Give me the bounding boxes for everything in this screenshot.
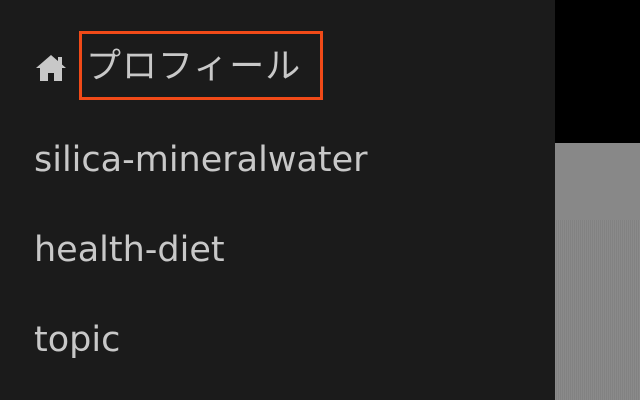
nav-item-topic[interactable]: topic xyxy=(34,320,120,360)
page-content-image-lower xyxy=(555,220,640,400)
nav-item-label: プロフィール xyxy=(86,47,302,87)
navigation-drawer: プロフィール silica-mineralwater health-diet t… xyxy=(0,0,555,400)
page-content-image xyxy=(555,143,640,220)
nav-item-health-diet[interactable]: health-diet xyxy=(34,230,225,270)
nav-item-silica-mineralwater[interactable]: silica-mineralwater xyxy=(34,140,368,180)
nav-item-profile[interactable]: プロフィール xyxy=(34,47,301,87)
home-icon xyxy=(34,52,68,82)
